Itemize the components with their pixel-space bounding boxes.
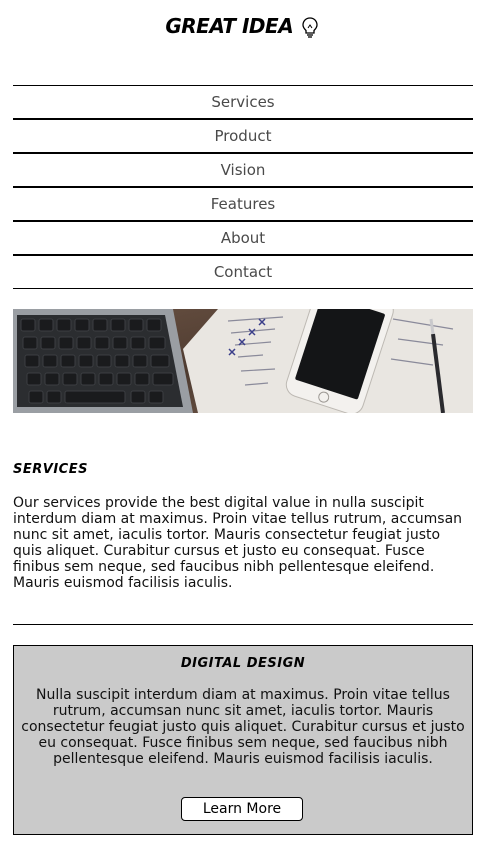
nav-divider: [13, 288, 473, 289]
services-heading: SERVICES: [13, 462, 88, 477]
lightbulb-icon: [302, 16, 318, 38]
site-header: GREAT IDEA: [0, 0, 483, 60]
desk-workspace-photo: [13, 309, 473, 413]
services-description: Our services provide the best digital va…: [13, 495, 463, 591]
main-nav: Services Product Vision Features About C…: [13, 85, 473, 289]
card-description: Nulla suscipit interdum diam at maximus.…: [21, 687, 465, 767]
nav-item-contact[interactable]: Contact: [13, 254, 473, 288]
nav-item-vision[interactable]: Vision: [13, 152, 473, 186]
nav-item-product[interactable]: Product: [13, 118, 473, 152]
hero-image: [13, 309, 473, 413]
card-title: DIGITAL DESIGN: [180, 656, 306, 671]
learn-more-button[interactable]: Learn More: [181, 797, 303, 821]
nav-item-about[interactable]: About: [13, 220, 473, 254]
logo[interactable]: GREAT IDEA: [0, 14, 483, 39]
nav-item-services[interactable]: Services: [13, 85, 473, 118]
section-divider: [13, 624, 473, 625]
nav-item-features[interactable]: Features: [13, 186, 473, 220]
logo-text: GREAT IDEA: [165, 14, 294, 38]
digital-design-card: DIGITAL DESIGN Nulla suscipit interdum d…: [13, 645, 473, 835]
